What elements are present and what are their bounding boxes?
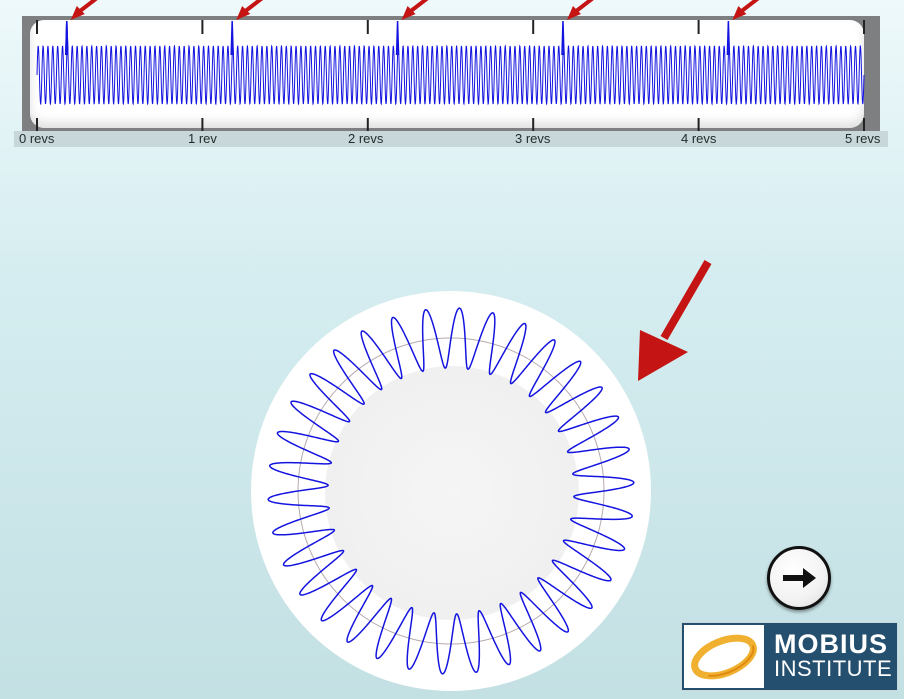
logo-text-institute: INSTITUTE: [774, 656, 893, 681]
polar-arrow-shaft: [660, 259, 712, 341]
next-button[interactable]: [767, 546, 831, 610]
impact-arrow: [566, 0, 594, 20]
right-arrow-icon: [783, 568, 816, 588]
logo-emblem: [684, 625, 764, 688]
polar-arrow-head: [638, 330, 688, 381]
polar-impact-arrow: [638, 259, 712, 381]
mobius-ring-icon: [691, 634, 757, 680]
plot-overlay: [36, 0, 865, 675]
polar-waveform-line: [267, 307, 635, 675]
impact-arrow: [236, 0, 264, 20]
impact-arrow: [70, 0, 98, 20]
impact-arrow: [732, 0, 760, 20]
impact-arrow: [401, 0, 429, 20]
time-waveform-line: [36, 44, 865, 106]
polar-reference-circle: [297, 337, 605, 645]
